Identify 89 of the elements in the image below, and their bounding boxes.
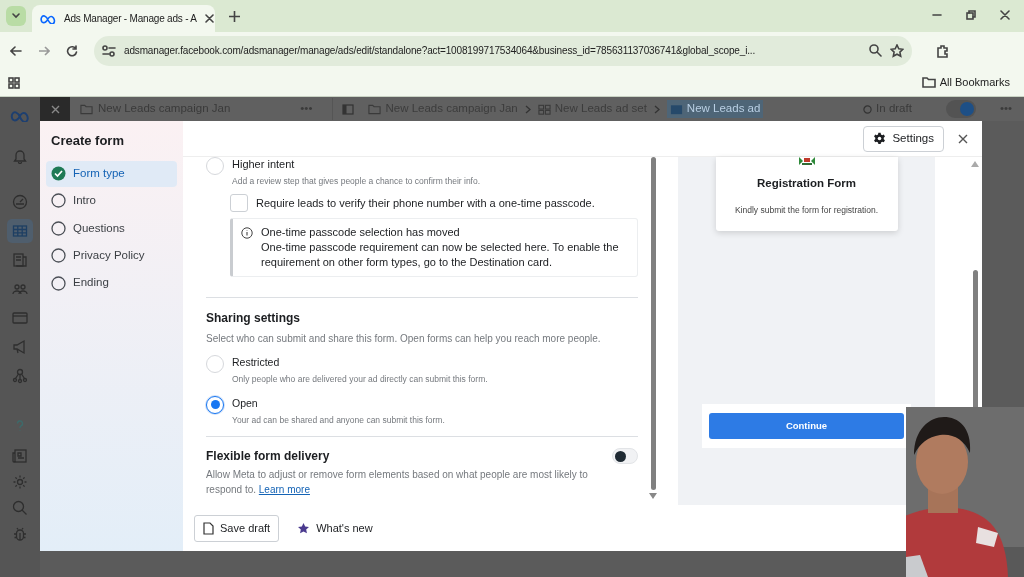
step-item[interactable]: Ending (46, 270, 177, 297)
option-label: Open (232, 395, 259, 411)
apps-icon[interactable] (8, 76, 20, 89)
save-draft-button[interactable]: Save draft (194, 514, 280, 542)
restore-icon[interactable] (966, 10, 976, 20)
zoom-icon[interactable] (869, 44, 882, 57)
bug-icon[interactable] (12, 526, 28, 542)
dialog-title: Create form (51, 132, 125, 150)
option-description: Only people who are delivered your ad directly can submit this form. (232, 372, 488, 386)
close-icon[interactable] (1000, 10, 1010, 20)
star-icon[interactable] (890, 43, 904, 58)
search-icon[interactable] (12, 500, 28, 516)
notice-text: One-time passcode requirement can now be selected here. To enable the requirement on other form types, go to the Destination card. (261, 239, 620, 270)
table-button[interactable] (7, 219, 33, 243)
close-panel-button[interactable] (40, 97, 70, 121)
people-icon[interactable] (12, 281, 28, 297)
step-item[interactable]: Privacy Policy (46, 242, 177, 269)
scroll-down-icon[interactable] (649, 493, 657, 499)
tab-list-button[interactable] (6, 6, 26, 26)
radio-button[interactable] (206, 395, 224, 414)
bell-icon[interactable] (12, 148, 28, 164)
chevron-icon (653, 104, 660, 114)
step-item[interactable]: Intro (46, 187, 177, 214)
option-description: Add a review step that gives people a chance to confirm their info. (232, 175, 481, 188)
reload-icon[interactable] (66, 44, 78, 57)
network-icon[interactable] (12, 368, 28, 384)
tab-title: Ads Manager - Manage ads - A (64, 12, 197, 26)
toggle-switch[interactable] (612, 448, 638, 465)
all-bookmarks-button[interactable]: All Bookmarks (921, 74, 1010, 91)
document-icon (203, 521, 214, 535)
section-description: Allow Meta to adjust or remove form elements based on what people are most likely to respond to. Learn more (206, 468, 589, 498)
extensions-icon[interactable] (936, 43, 950, 58)
breadcrumb-item[interactable]: New Leads ad (666, 100, 764, 118)
info-icon (241, 226, 253, 239)
scroll-up-icon[interactable] (971, 161, 979, 167)
option-description: Your ad can be shared and anyone can submit this form. (232, 413, 445, 427)
gauge-icon[interactable] (12, 194, 28, 210)
settings-button[interactable]: Settings (863, 125, 944, 152)
table-icon[interactable] (12, 223, 28, 239)
megaphone-icon[interactable] (12, 339, 28, 355)
circle-icon (51, 248, 66, 264)
learn-more-link[interactable]: Learn more (258, 484, 310, 496)
ad-icon (669, 103, 683, 115)
meta-logo-icon[interactable] (10, 110, 30, 122)
chevron-icon (524, 104, 531, 114)
notice-title: One-time passcode selection has moved (261, 224, 461, 240)
toggle-switch[interactable] (945, 100, 976, 118)
option-label: Higher intent (232, 157, 296, 172)
back-icon[interactable] (10, 44, 22, 57)
credit-card-icon[interactable] (12, 310, 28, 326)
star-icon (297, 521, 311, 535)
caret-icon (12, 13, 20, 19)
section-description: Select who can submit and share this form. Open forms can help you reach more people. (206, 331, 602, 346)
preview-title: Registration Form (755, 176, 857, 191)
settings-icon (873, 132, 887, 145)
circle-icon (51, 275, 66, 291)
adset-icon (537, 103, 551, 115)
circle-icon (51, 193, 66, 209)
site-settings-icon[interactable] (102, 44, 116, 57)
pages-icon[interactable] (12, 252, 28, 268)
close-icon[interactable] (958, 133, 968, 144)
option-label: Restricted (232, 354, 281, 370)
campaign-icon (368, 103, 382, 115)
section-heading: Flexible form delivery (206, 448, 330, 466)
check-circle-icon (51, 166, 66, 181)
close-icon[interactable] (204, 14, 214, 23)
scrollbar[interactable] (650, 157, 656, 490)
close-icon[interactable] (50, 104, 60, 114)
folder-icon (921, 77, 936, 88)
new-tab-icon[interactable] (229, 11, 240, 22)
scrollbar[interactable] (972, 270, 978, 410)
forward-icon[interactable] (38, 44, 50, 57)
whats-new-button[interactable]: What's new (297, 519, 373, 537)
continue-button[interactable]: Continue (709, 413, 904, 439)
newspaper-icon[interactable] (12, 448, 28, 464)
checkbox-label: Require leads to verify their phone number with a one-time passcode. (256, 195, 595, 211)
sidebar-icon[interactable] (341, 103, 354, 115)
circle-icon (863, 104, 873, 114)
meta-logo-icon (40, 13, 56, 24)
circle-icon (51, 220, 66, 236)
settings-icon[interactable] (12, 474, 28, 490)
preview-description: Kindly submit the form for registration. (733, 204, 880, 217)
folder-icon (80, 103, 93, 115)
section-heading: Sharing settings (206, 309, 301, 327)
step-item[interactable]: Form type (46, 160, 177, 187)
browser-tab[interactable]: Ads Manager - Manage ads - A (32, 5, 215, 32)
logo-icon (798, 157, 815, 165)
step-item[interactable]: Questions (46, 215, 177, 242)
checkbox[interactable] (230, 193, 248, 212)
